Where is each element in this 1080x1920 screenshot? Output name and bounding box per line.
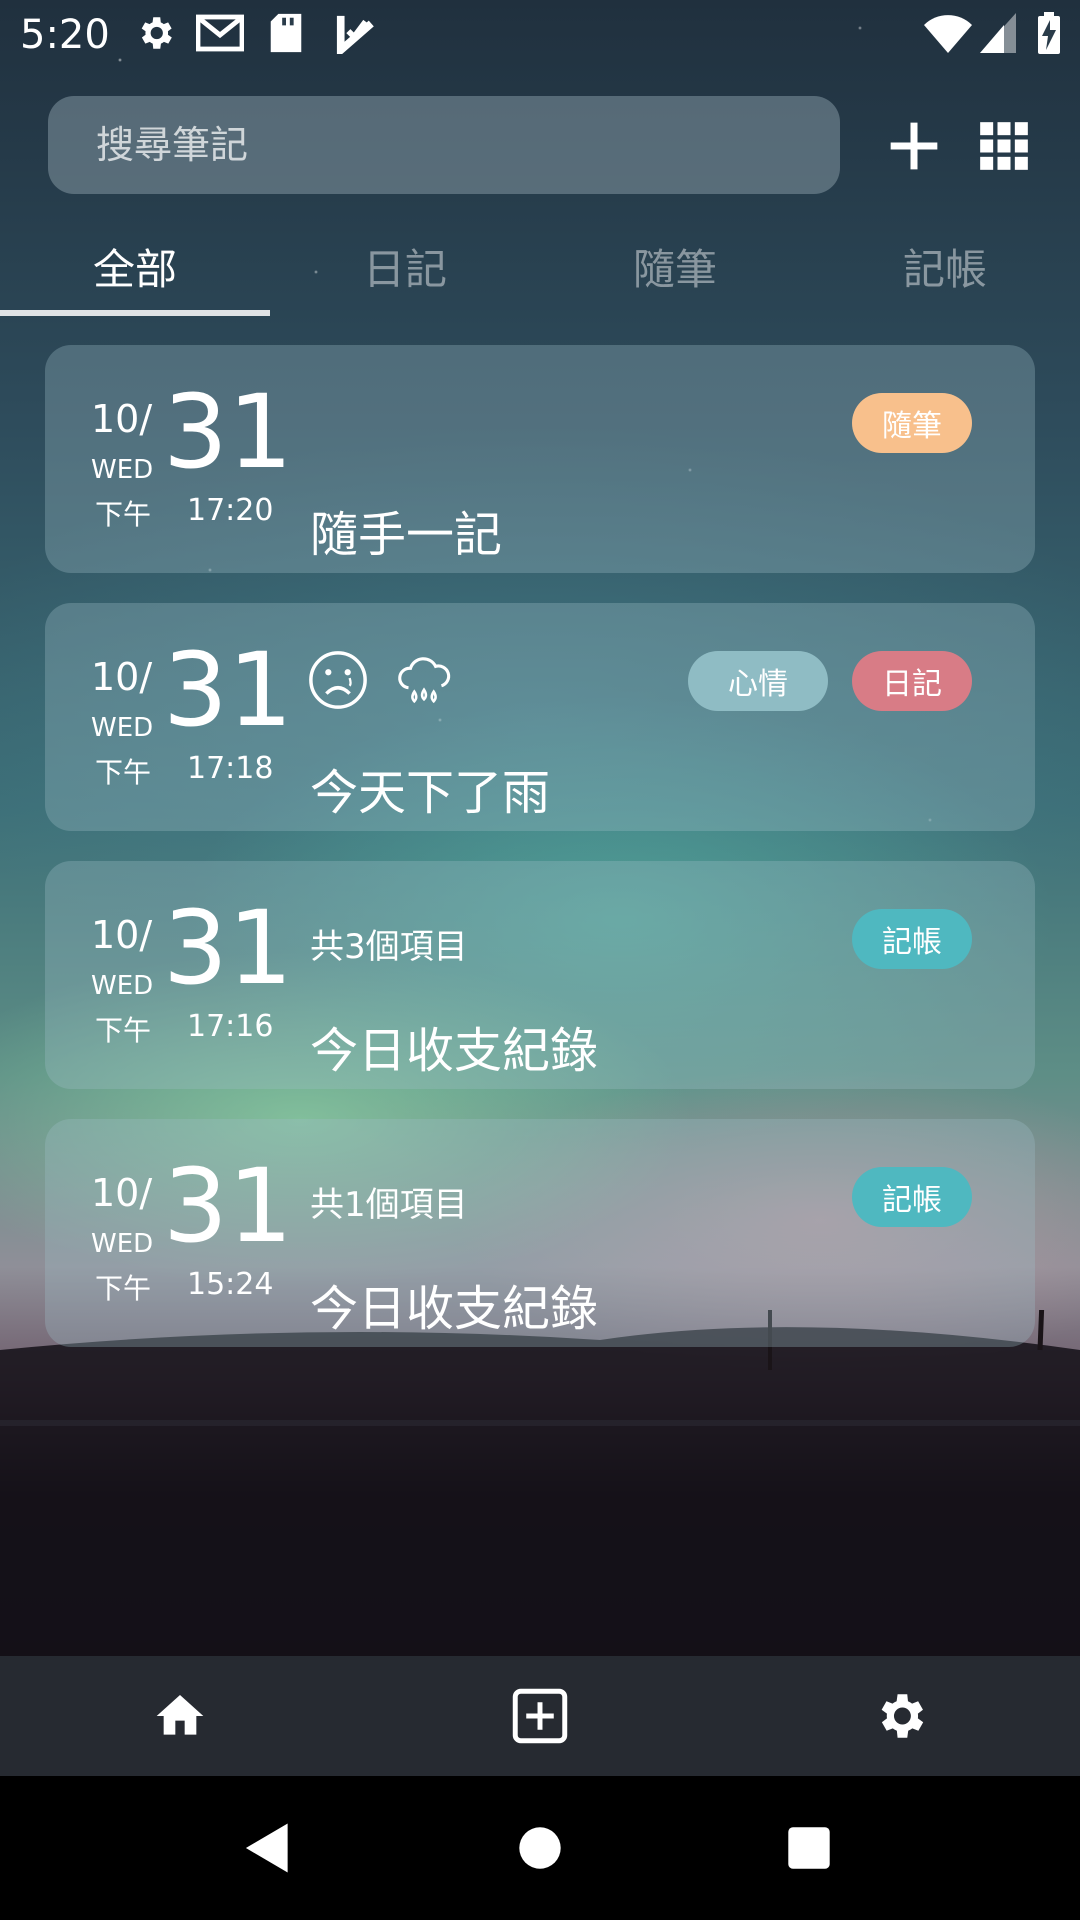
note-card[interactable]: 10/ 31 WED 下午 15:24 共1個項目 今日收支紀錄 記帳 (45, 1119, 1035, 1347)
mood-badge: 心情 (688, 651, 828, 711)
system-nav-bar (0, 1776, 1080, 1920)
entry-title: 今日收支紀錄 (310, 1281, 599, 1337)
entry-item-count: 共1個項目 (310, 1185, 468, 1225)
add-note-button[interactable] (880, 112, 948, 180)
entry-month: 10/ (91, 655, 153, 699)
search-input[interactable] (48, 122, 798, 168)
note-card[interactable]: 10/ 31 WED 下午 17:20 隨手一記 隨筆 (45, 345, 1035, 573)
add-box-icon (512, 1688, 568, 1744)
note-card[interactable]: 10/ 31 WED 下午 17:18 今天下了雨 心情 日記 (45, 603, 1035, 831)
grid-view-button[interactable] (970, 112, 1038, 180)
sad-face-icon (309, 651, 367, 709)
plus-icon (890, 122, 938, 170)
status-time: 5:20 (20, 12, 110, 58)
tab-accounting[interactable]: 記帳 (810, 236, 1080, 316)
back-button[interactable] (236, 1816, 300, 1880)
tab-essay[interactable]: 隨筆 (540, 236, 810, 316)
entry-ampm: 下午 (95, 1272, 152, 1305)
gmail-icon (195, 12, 245, 58)
entry-time: 17:20 (187, 493, 274, 528)
battery-charging-icon (1036, 12, 1062, 60)
entry-time: 15:24 (187, 1267, 274, 1302)
entry-item-count: 共3個項目 (310, 927, 468, 967)
entry-weekday: WED (91, 971, 154, 1001)
gear-icon (134, 12, 176, 58)
signal-icon (980, 12, 1016, 58)
entry-day: 31 (163, 631, 293, 750)
note-card[interactable]: 10/ 31 WED 下午 17:16 共3個項目 今日收支紀錄 記帳 (45, 861, 1035, 1089)
new-entry-button[interactable] (502, 1678, 578, 1754)
wifi-icon (924, 12, 972, 58)
entry-month: 10/ (91, 913, 153, 957)
sd-card-icon (268, 12, 304, 58)
entry-ampm: 下午 (95, 498, 152, 531)
home-button[interactable] (142, 1678, 218, 1754)
recents-icon (788, 1827, 830, 1869)
entry-month: 10/ (91, 397, 153, 441)
category-tabs: 全部 日記 隨筆 記帳 (0, 236, 1080, 316)
entry-weekday: WED (91, 713, 154, 743)
category-badge: 記帳 (852, 909, 972, 969)
entry-title: 今日收支紀錄 (310, 1023, 599, 1079)
category-badge: 記帳 (852, 1167, 972, 1227)
tab-all[interactable]: 全部 (0, 236, 270, 316)
entry-time: 17:16 (187, 1009, 274, 1044)
bottom-nav (0, 1656, 1080, 1776)
recents-button[interactable] (777, 1816, 841, 1880)
settings-button[interactable] (862, 1678, 938, 1754)
entry-weekday: WED (91, 455, 154, 485)
category-badge: 隨筆 (852, 393, 972, 453)
entry-icons (307, 649, 455, 711)
entry-day: 31 (163, 373, 293, 492)
home-icon (156, 1695, 204, 1735)
task-check-icon (336, 12, 376, 59)
tab-indicator (0, 310, 270, 316)
tab-diary[interactable]: 日記 (270, 236, 540, 316)
entry-month: 10/ (91, 1171, 153, 1215)
home-circle-icon (519, 1827, 561, 1869)
entry-ampm: 下午 (95, 756, 152, 789)
system-home-button[interactable] (508, 1816, 572, 1880)
entry-day: 31 (163, 1147, 293, 1266)
category-badge: 日記 (852, 651, 972, 711)
entry-time: 17:18 (187, 751, 274, 786)
entry-title: 隨手一記 (310, 507, 503, 563)
entry-day: 31 (163, 889, 293, 1008)
entry-ampm: 下午 (95, 1014, 152, 1047)
grid-icon (980, 122, 1028, 170)
settings-icon (881, 1694, 924, 1738)
entry-title: 今天下了雨 (310, 765, 551, 821)
back-icon (245, 1823, 288, 1873)
entry-weekday: WED (91, 1229, 154, 1259)
search-bar[interactable] (48, 96, 840, 194)
status-bar: 5:20 (0, 0, 1080, 72)
rain-cloud-icon (398, 657, 451, 704)
